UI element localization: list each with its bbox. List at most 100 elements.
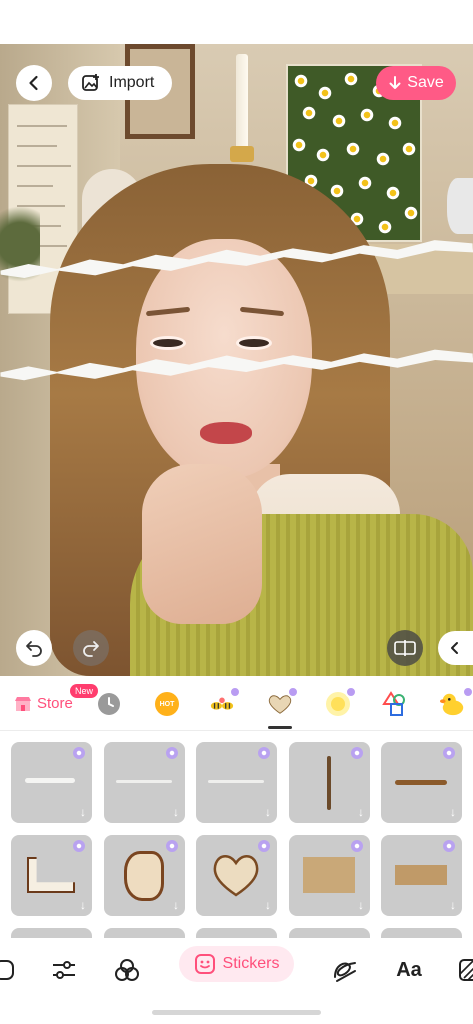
premium-badge-icon bbox=[258, 747, 270, 759]
sticker-icon bbox=[194, 954, 215, 974]
tab-stickers[interactable]: Stickers bbox=[179, 946, 294, 982]
sticker-tile[interactable]: ↓ bbox=[289, 742, 370, 823]
sticker-tile[interactable]: ↓ bbox=[11, 742, 92, 823]
sticker-tile[interactable]: ↓ bbox=[104, 742, 185, 823]
collapse-panel-button[interactable] bbox=[438, 631, 473, 665]
sticker-tile[interactable]: ↓ bbox=[196, 835, 277, 916]
sticker-tile[interactable]: ↓ bbox=[196, 742, 277, 823]
candle bbox=[236, 54, 248, 154]
compare-button[interactable] bbox=[387, 630, 423, 666]
store-label: Store bbox=[37, 695, 73, 712]
download-icon: ↓ bbox=[358, 805, 364, 819]
download-icon: ↓ bbox=[80, 898, 86, 912]
sticker-tile[interactable]: ↓ bbox=[381, 835, 462, 916]
active-category-indicator bbox=[268, 726, 292, 729]
tool-retouch[interactable] bbox=[0, 950, 24, 990]
photo-canvas[interactable] bbox=[0, 44, 473, 676]
undo-icon bbox=[26, 641, 42, 657]
store-icon bbox=[15, 696, 31, 711]
paper-heart-icon bbox=[213, 855, 259, 897]
redo-icon bbox=[83, 641, 99, 657]
store-tab[interactable]: Store bbox=[14, 695, 73, 712]
premium-badge-icon bbox=[73, 747, 85, 759]
download-icon: ↓ bbox=[450, 898, 456, 912]
download-icon: ↓ bbox=[265, 898, 271, 912]
tool-adjust[interactable] bbox=[44, 950, 84, 990]
sticker-tile[interactable]: ↓ bbox=[289, 835, 370, 916]
premium-badge-icon bbox=[351, 747, 363, 759]
sticker-tile[interactable] bbox=[104, 928, 185, 938]
tool-frames[interactable] bbox=[450, 950, 473, 990]
tool-doodle[interactable] bbox=[325, 950, 365, 990]
import-label: Import bbox=[109, 74, 155, 91]
vase bbox=[447, 178, 473, 234]
plant bbox=[0, 194, 40, 294]
back-button[interactable] bbox=[16, 65, 52, 101]
undo-button[interactable] bbox=[16, 630, 52, 666]
sticker-category-bar: Store New HOT bbox=[0, 676, 473, 731]
status-bar bbox=[0, 0, 473, 44]
category-torn-paper[interactable] bbox=[267, 686, 299, 717]
download-icon: ↓ bbox=[265, 805, 271, 819]
premium-badge-icon bbox=[351, 840, 363, 852]
chevron-left-icon bbox=[29, 75, 38, 91]
category-duck[interactable] bbox=[440, 686, 473, 717]
sticker-tile[interactable]: ↓ bbox=[11, 835, 92, 916]
sticker-tile[interactable] bbox=[381, 928, 462, 938]
premium-badge-icon bbox=[443, 840, 455, 852]
compare-icon bbox=[394, 640, 416, 656]
hand bbox=[142, 464, 262, 624]
download-icon: ↓ bbox=[80, 805, 86, 819]
sticker-tile[interactable] bbox=[196, 928, 277, 938]
sticker-grid: ↓ ↓ ↓ ↓ ↓ ↓ ↓ ↓ ↓ ↓ bbox=[0, 732, 473, 938]
image-add-icon bbox=[82, 74, 99, 91]
clock-icon bbox=[98, 693, 120, 715]
left-eye bbox=[150, 336, 186, 350]
save-label: Save bbox=[407, 74, 444, 91]
import-button[interactable]: Import bbox=[68, 66, 172, 100]
premium-badge-icon bbox=[73, 840, 85, 852]
download-icon: ↓ bbox=[173, 898, 179, 912]
filters-icon bbox=[115, 959, 139, 981]
premium-badge-icon bbox=[166, 840, 178, 852]
download-icon: ↓ bbox=[358, 898, 364, 912]
sticker-tile[interactable]: ↓ bbox=[381, 742, 462, 823]
premium-badge-icon bbox=[443, 747, 455, 759]
sticker-tile[interactable] bbox=[11, 928, 92, 938]
sticker-tile[interactable] bbox=[289, 928, 370, 938]
premium-dot bbox=[287, 686, 299, 698]
redo-button[interactable] bbox=[73, 630, 109, 666]
arrow-down-icon bbox=[389, 76, 401, 89]
premium-dot bbox=[229, 686, 241, 698]
right-eye bbox=[236, 336, 272, 350]
hot-label: HOT bbox=[159, 700, 175, 708]
tool-text[interactable]: Aa bbox=[389, 950, 429, 990]
category-sparkle[interactable] bbox=[325, 686, 357, 717]
retouch-icon bbox=[0, 960, 14, 980]
sticker-tile[interactable]: ↓ bbox=[104, 835, 185, 916]
text-tool-label: Aa bbox=[396, 958, 422, 981]
tool-filters[interactable] bbox=[107, 950, 147, 990]
candle-holder bbox=[230, 146, 254, 162]
sliders-icon bbox=[53, 961, 75, 979]
download-icon: ↓ bbox=[450, 805, 456, 819]
download-icon: ↓ bbox=[173, 805, 179, 819]
stickers-label: Stickers bbox=[222, 955, 280, 972]
category-bees[interactable] bbox=[209, 686, 241, 717]
home-indicator bbox=[152, 1010, 321, 1015]
bottom-toolbar: Stickers Aa bbox=[0, 938, 473, 1024]
premium-badge-icon bbox=[258, 840, 270, 852]
category-recent[interactable] bbox=[96, 691, 122, 717]
premium-dot bbox=[345, 686, 357, 698]
category-hot[interactable]: HOT bbox=[154, 691, 180, 717]
premium-badge-icon bbox=[166, 747, 178, 759]
shapes-icon bbox=[382, 691, 405, 716]
save-button[interactable]: Save bbox=[376, 66, 456, 100]
frame-pattern-icon bbox=[459, 959, 473, 981]
doodle-icon bbox=[334, 962, 356, 982]
new-badge: New bbox=[70, 684, 99, 698]
chevron-left-icon bbox=[451, 642, 458, 654]
category-shapes[interactable] bbox=[382, 691, 408, 717]
lips bbox=[200, 422, 252, 444]
premium-dot bbox=[462, 686, 473, 698]
